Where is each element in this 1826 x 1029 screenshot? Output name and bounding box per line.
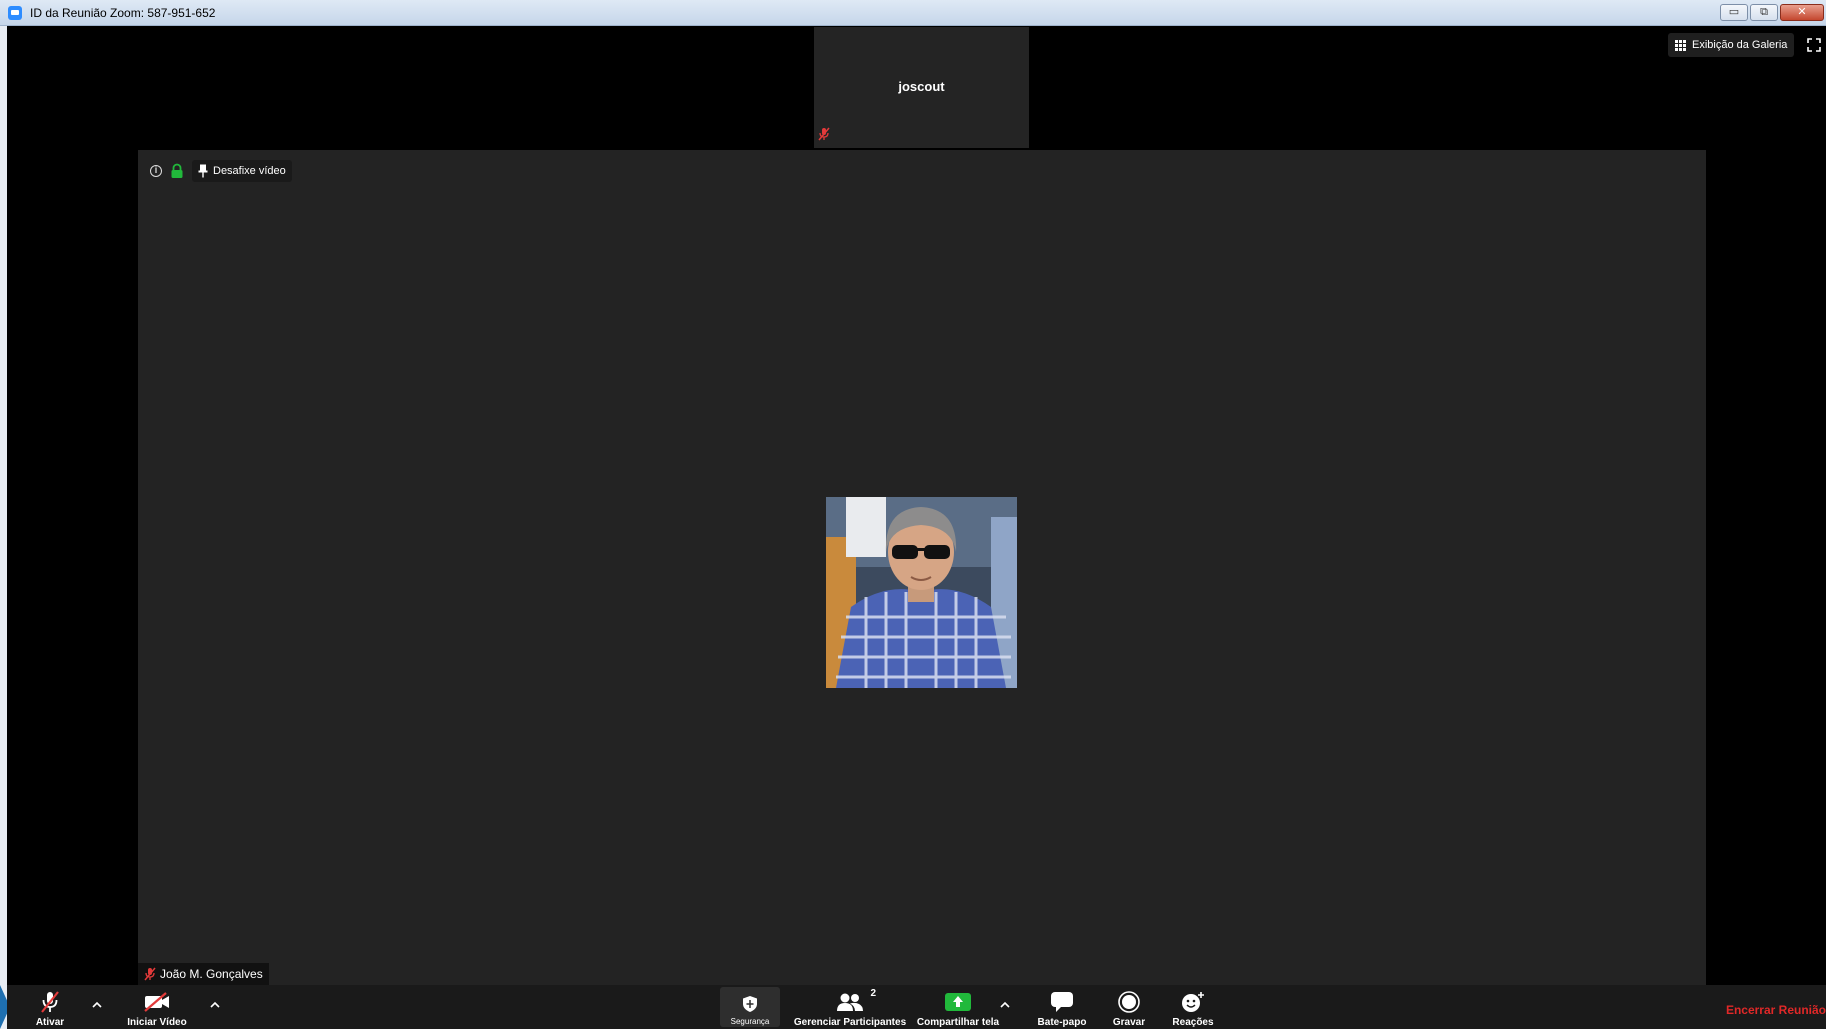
record-icon xyxy=(1118,990,1140,1014)
fullscreen-icon[interactable] xyxy=(1807,38,1821,52)
thumbnail-participant-name: joscout xyxy=(898,79,945,94)
lock-icon[interactable] xyxy=(170,163,184,179)
unmute-button[interactable]: Ativar xyxy=(25,985,75,1029)
start-video-button[interactable]: Iniciar Vídeo xyxy=(117,985,197,1029)
share-options-caret-icon[interactable] xyxy=(999,999,1011,1011)
reactions-label: Reações xyxy=(1172,1017,1214,1028)
security-label: Segurança xyxy=(730,1017,770,1026)
end-meeting-button[interactable]: Encerrar Reunião xyxy=(1726,1003,1826,1017)
mic-muted-icon xyxy=(40,990,60,1014)
shield-icon xyxy=(743,996,757,1012)
manage-participants-button[interactable]: 2 Gerenciar Participantes xyxy=(787,985,913,1029)
video-off-icon xyxy=(144,990,170,1014)
window-frame-left xyxy=(0,26,7,1029)
mic-muted-icon xyxy=(818,127,830,146)
unmute-label: Ativar xyxy=(35,1017,65,1028)
chat-label: Bate-papo xyxy=(1037,1017,1087,1028)
share-screen-button[interactable]: Compartilhar tela xyxy=(910,985,1006,1029)
chat-button[interactable]: Bate-papo xyxy=(1022,985,1102,1029)
start-video-label: Iniciar Vídeo xyxy=(127,1017,187,1028)
window-title: ID da Reunião Zoom: 587-951-652 xyxy=(30,5,216,20)
security-button[interactable]: Segurança xyxy=(720,987,780,1027)
unpin-video-button[interactable]: Desafixe vídeo xyxy=(192,160,292,182)
share-screen-icon xyxy=(945,990,971,1014)
window-titlebar: ID da Reunião Zoom: 587-951-652 ▭ ⧉ ✕ xyxy=(0,0,1826,26)
reactions-button[interactable]: Reações xyxy=(1163,985,1223,1029)
gallery-view-label: Exibição da Galeria xyxy=(1692,39,1788,51)
manage-participants-label: Gerenciar Participantes xyxy=(793,1017,907,1028)
video-options-caret-icon[interactable] xyxy=(209,999,221,1011)
participant-name-label: João M. Gonçalves xyxy=(138,963,269,985)
audio-options-caret-icon[interactable] xyxy=(91,999,103,1011)
record-label: Gravar xyxy=(1112,1017,1146,1028)
record-button[interactable]: Gravar xyxy=(1105,985,1153,1029)
participants-icon: 2 xyxy=(836,988,876,1014)
participant-thumbnail[interactable]: joscout xyxy=(814,27,1029,148)
mic-muted-icon xyxy=(144,967,156,981)
info-icon[interactable]: i xyxy=(150,165,162,177)
pin-icon xyxy=(198,164,208,178)
participant-profile-photo xyxy=(826,497,1017,688)
minimize-button[interactable]: ▭ xyxy=(1720,4,1748,21)
restore-button[interactable]: ⧉ xyxy=(1750,4,1778,21)
chat-icon xyxy=(1051,990,1073,1014)
unpin-video-label: Desafixe vídeo xyxy=(213,165,286,177)
meeting-toolbar: Ativar Iniciar Vídeo Segurança 2 Gerenci… xyxy=(7,985,1826,1029)
participant-name: João M. Gonçalves xyxy=(160,967,263,981)
reactions-icon xyxy=(1181,990,1205,1014)
zoom-app-icon xyxy=(8,5,22,20)
share-screen-label: Compartilhar tela xyxy=(916,1017,1000,1028)
close-button[interactable]: ✕ xyxy=(1780,4,1824,21)
grid-icon xyxy=(1675,39,1686,51)
active-speaker-stage: i Desafixe vídeo João M. Gonçalves xyxy=(138,150,1706,985)
participants-count: 2 xyxy=(870,988,876,999)
gallery-view-button[interactable]: Exibição da Galeria xyxy=(1668,33,1795,57)
